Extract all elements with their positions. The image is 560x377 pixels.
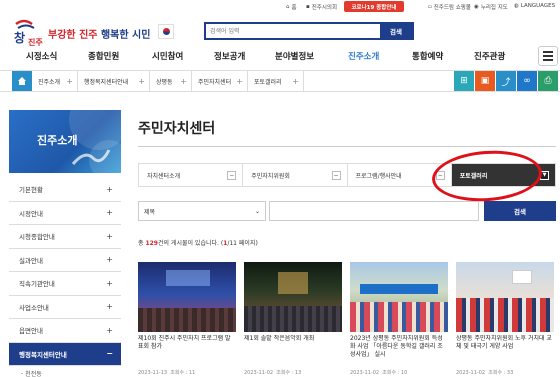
tab-committee[interactable]: 주민자치위원회 −: [243, 164, 348, 186]
tab-center-intro[interactable]: 자치센터소개 −: [139, 164, 244, 186]
chevron-down-icon: ⌄: [254, 207, 260, 215]
gallery-thumbnail[interactable]: [138, 262, 236, 332]
util-home-link[interactable]: ⌂ 홈: [286, 3, 297, 11]
plus-icon: +: [106, 302, 113, 312]
sidebar-item[interactable]: 실과안내 +: [9, 249, 121, 272]
gallery-card[interactable]: 상평동 주민자치위원회 노후 거치대 교체 및 태극기 게양 사업 2023-1…: [456, 262, 554, 376]
home-icon[interactable]: [12, 71, 32, 91]
plus-icon: +: [180, 76, 187, 86]
plus-icon: +: [138, 76, 145, 86]
svg-text:진주: 진주: [28, 37, 43, 47]
nav-item[interactable]: 종합민원: [88, 50, 119, 62]
divider: [138, 146, 556, 147]
cart-icon: ▫: [428, 4, 432, 10]
sidebar-item[interactable]: 기본현황 +: [9, 178, 121, 202]
filter-search-button[interactable]: 검색: [484, 201, 556, 221]
search-button[interactable]: 검색: [380, 24, 412, 38]
plus-icon: +: [292, 76, 299, 86]
globe-icon: ◍: [514, 3, 519, 9]
sidebar-item[interactable]: 사업소안내 +: [9, 296, 121, 319]
search-type-select[interactable]: 제목 ⌄: [138, 201, 266, 221]
result-count: 총 129건의 게시물이 있습니다. (1/11 페이지): [138, 240, 258, 247]
breadcrumb-item[interactable]: 행정복지센터안내 +: [78, 71, 150, 91]
gallery-thumbnail[interactable]: [350, 262, 448, 332]
toolbar: ⊞ ▣ ⤴ ∞ ⎙: [454, 71, 558, 91]
main-nav: 시정소식 종합민원 시민참여 정보공개 분야별정보 진주소개 통합예약 진주관광: [0, 48, 535, 64]
sidebar-item[interactable]: 시청종합안내 +: [9, 225, 121, 249]
minus-icon: −: [106, 349, 113, 359]
print-icon[interactable]: ⎙: [538, 71, 558, 91]
gallery-thumbnail[interactable]: [456, 262, 554, 332]
plus-icon: +: [106, 231, 113, 241]
plus-icon: +: [106, 325, 113, 335]
plus-icon: +: [236, 76, 243, 86]
minus-icon: −: [331, 170, 341, 180]
keyword-input[interactable]: [269, 201, 479, 221]
sidebar-hero: 진주소개: [9, 110, 121, 173]
util-sitemap-link[interactable]: ◉ 누리집 지도: [474, 3, 508, 11]
sidebar-item[interactable]: 시정안내 +: [9, 202, 121, 225]
nav-item[interactable]: 정보공개: [214, 50, 245, 62]
nav-item[interactable]: 진주관광: [474, 50, 505, 62]
jinju-logo[interactable]: 창 진주: [12, 18, 48, 48]
map-pin-icon: ◉: [474, 4, 479, 10]
sidebar-item[interactable]: 직속기관안내 +: [9, 272, 121, 296]
slogan: 부강한 진주 행복한 시민: [48, 30, 151, 41]
bookmark-icon[interactable]: ▣: [475, 71, 495, 91]
util-council-link[interactable]: ▪ 진주시의회: [306, 3, 337, 11]
breadcrumb-item[interactable]: 상평동 +: [150, 71, 192, 91]
plus-icon: +: [106, 208, 113, 218]
nav-item[interactable]: 시정소식: [26, 50, 57, 62]
util-mall-link[interactable]: ▫ 진주드림 쇼핑몰: [428, 3, 471, 11]
sidebar-item[interactable]: 읍면안내 +: [9, 319, 121, 343]
sidebar-menu: 기본현황 + 시정안내 + 시청종합안내 + 실과안내 + 직속기관안내 + 사업소안내 +…: [9, 178, 121, 377]
minus-icon: −: [227, 170, 237, 180]
home-icon: ⌂: [286, 4, 290, 10]
nav-item[interactable]: 분야별정보: [275, 50, 314, 62]
menu-icon[interactable]: [538, 46, 558, 66]
gallery-thumbnail[interactable]: [244, 262, 342, 332]
svg-text:창: 창: [14, 30, 25, 45]
nav-item[interactable]: 통합예약: [412, 50, 443, 62]
sidebar-title: 진주소개: [37, 134, 78, 147]
covid-info-button[interactable]: 코로나19 종합안내: [344, 1, 404, 12]
building-icon: ▪: [306, 4, 310, 10]
breadcrumb-item[interactable]: 포토갤러리 +: [248, 71, 304, 91]
translate-icon[interactable]: ⊞: [454, 71, 474, 91]
gallery-card[interactable]: 제1회 솔밭 작은음악회 개최 2023-11-02 조회수 : 13: [244, 262, 342, 376]
utility-bar: ⌂ 홈 ▪ 진주시의회 코로나19 종합안내 ▫ 진주드림 쇼핑몰 ◉ 누리집 지도 ◍…: [0, 0, 560, 14]
share-icon[interactable]: ⤴: [496, 71, 516, 91]
korean-flag-icon: [158, 24, 174, 39]
nav-item[interactable]: 시민참여: [152, 50, 183, 62]
nav-item-active[interactable]: 진주소개: [348, 50, 379, 62]
plus-icon: +: [106, 255, 113, 265]
breadcrumb-item[interactable]: 진주소개 +: [32, 71, 78, 91]
gallery-card[interactable]: 2023년 상평동 주민자치위원회 특성화 사업 「아름다운 동학길 갤러리 조…: [350, 262, 448, 376]
plus-icon: +: [106, 184, 113, 194]
sidebar-item-active[interactable]: 행정복지센터안내 −: [9, 342, 121, 366]
link-icon[interactable]: ∞: [517, 71, 537, 91]
plus-icon: +: [106, 278, 113, 288]
plus-icon: +: [66, 76, 73, 86]
header-search: 검색: [204, 22, 414, 40]
util-language-link[interactable]: ◍ LANGUAGES: [514, 3, 555, 9]
sidebar-subitem[interactable]: - 천전동: [9, 366, 121, 377]
gallery-card[interactable]: 제10회 진주시 주민자치 프로그램 발표회 참가 2023-11-13 조회수…: [138, 262, 236, 376]
search-input[interactable]: [206, 24, 376, 38]
breadcrumb-item[interactable]: 주민자치센터 +: [192, 71, 248, 91]
page-title: 주민자치센터: [138, 121, 216, 137]
annotation-circle: [430, 147, 544, 205]
